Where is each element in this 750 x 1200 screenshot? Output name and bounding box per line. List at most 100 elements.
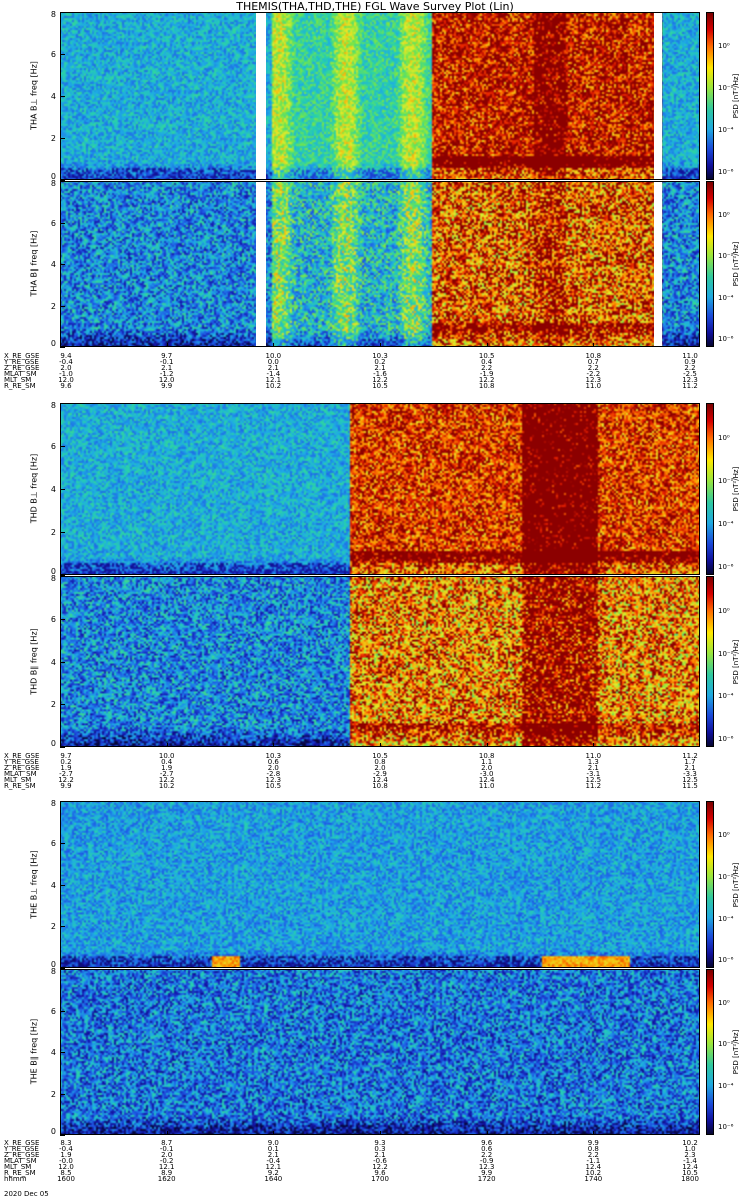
y-tick	[60, 138, 65, 139]
y-tick	[60, 532, 65, 533]
colorbar-tick: 10⁻²	[718, 650, 734, 658]
y-tick	[60, 403, 65, 404]
x-tick	[167, 743, 168, 747]
x-tick	[487, 743, 488, 747]
orbit-value: 9.9	[161, 382, 173, 390]
y-tick-label: 2	[50, 700, 56, 709]
y-tick	[60, 446, 65, 447]
colorbar-tick: 10⁻²	[718, 477, 734, 485]
y-tick	[60, 1011, 65, 1012]
colorbar	[706, 181, 714, 347]
orbit-value: 1800	[681, 1175, 699, 1183]
orbit-value: 10.8	[372, 782, 388, 790]
y-tick	[60, 576, 65, 577]
orbit-value: 11.5	[682, 782, 698, 790]
x-tick	[699, 1131, 700, 1135]
y-tick-label: 2	[50, 134, 56, 143]
colorbar-label: PSD [nT²/Hz]	[732, 73, 740, 119]
x-tick	[60, 1131, 61, 1135]
y-tick	[60, 347, 65, 348]
colorbar-tick: 10⁻⁴	[718, 692, 734, 700]
data-gap	[256, 181, 266, 347]
y-tick	[60, 306, 65, 307]
y-tick	[60, 926, 65, 927]
y-tick	[60, 489, 65, 490]
x-tick	[380, 743, 381, 747]
colorbar-tick: 10⁻⁶	[718, 735, 734, 743]
colorbar	[706, 969, 714, 1135]
x-tick	[593, 743, 594, 747]
y-tick-label: 0	[50, 339, 56, 348]
x-tick	[487, 1131, 488, 1135]
colorbar	[706, 403, 714, 575]
y-tick-label: 8	[50, 401, 56, 410]
spectrogram-image	[60, 12, 700, 180]
colorbar-tick: 10⁰	[718, 434, 730, 442]
x-tick	[273, 343, 274, 347]
spectrogram-tha-bperp	[60, 12, 700, 180]
y-tick-label: 2	[50, 528, 56, 537]
colorbar-tick: 10⁰	[718, 831, 730, 839]
y-tick-label: 4	[50, 881, 56, 890]
x-tick	[699, 743, 700, 747]
x-tick	[593, 343, 594, 347]
orbit-value: 1700	[371, 1175, 389, 1183]
colorbar-tick: 10⁰	[718, 42, 730, 50]
y-tick-label: 6	[50, 219, 56, 228]
x-tick	[60, 343, 61, 347]
y-tick-label: 8	[50, 799, 56, 808]
y-tick-label: 4	[50, 260, 56, 269]
colorbar-label: PSD [nT²/Hz]	[732, 1029, 740, 1075]
orbit-value: 11.0	[478, 782, 495, 790]
orbit-value: 11.2	[682, 382, 698, 390]
spectrogram-image	[60, 403, 700, 575]
orbit-value: 10.2	[265, 382, 282, 390]
y-tick-label: 6	[50, 615, 56, 624]
y-tick-label: 2	[50, 302, 56, 311]
y-tick	[60, 619, 65, 620]
colorbar-tick: 10⁻⁶	[718, 335, 734, 343]
spectrogram-image	[60, 969, 700, 1135]
spectrogram-image	[60, 801, 700, 968]
colorbar-tick: 10⁻⁶	[718, 563, 734, 571]
colorbar-label: PSD [nT²/Hz]	[732, 639, 740, 684]
orbit-value: 11.2	[585, 782, 602, 790]
y-axis-label: THE B∥ freq [Hz]	[29, 1018, 39, 1085]
spectrogram-image	[60, 576, 700, 747]
y-tick	[60, 969, 65, 970]
colorbar-tick: 10⁻²	[718, 252, 734, 260]
y-tick	[60, 747, 65, 748]
spectrogram-the-bperp	[60, 801, 700, 968]
colorbar-tick: 10⁻²	[718, 1040, 734, 1048]
x-tick	[60, 743, 61, 747]
orbit-value: 9.6	[60, 382, 72, 390]
y-tick	[60, 54, 65, 55]
orbit-value: 10.8	[478, 382, 495, 390]
y-tick	[60, 96, 65, 97]
orbit-label: R_RE_SM	[4, 382, 36, 390]
y-axis-label: THA B∥ freq [Hz]	[29, 230, 39, 297]
y-tick-label: 8	[50, 179, 56, 188]
orbit-value: 10.2	[158, 782, 175, 790]
spectrogram-tha-bpar	[60, 181, 700, 347]
colorbar-tick: 10⁰	[718, 999, 730, 1007]
colorbar-tick: 10⁻²	[718, 873, 734, 881]
spectrogram-the-bpar	[60, 969, 700, 1135]
spectrogram-image	[60, 181, 700, 347]
orbit-label: hhmm	[4, 1175, 27, 1183]
y-tick	[60, 662, 65, 663]
date-label: 2020 Dec 05	[4, 1190, 49, 1198]
x-tick	[273, 1131, 274, 1135]
y-axis-label: THD B⊥ freq [Hz]	[29, 453, 39, 524]
colorbar-tick: 10⁻⁶	[718, 956, 734, 964]
orbit-label: R_RE_SM	[4, 782, 36, 790]
x-tick	[593, 1131, 594, 1135]
y-axis-label: THD B∥ freq [Hz]	[29, 627, 39, 695]
y-tick-label: 2	[50, 1090, 56, 1099]
colorbar-tick: 10⁻⁴	[718, 294, 734, 302]
y-tick-label: 6	[50, 1007, 56, 1016]
y-tick-label: 8	[50, 10, 56, 19]
colorbar-label: PSD [nT²/Hz]	[732, 241, 740, 287]
colorbar-tick: 10⁻⁴	[718, 1082, 734, 1090]
colorbar-label: PSD [nT²/Hz]	[732, 466, 740, 512]
